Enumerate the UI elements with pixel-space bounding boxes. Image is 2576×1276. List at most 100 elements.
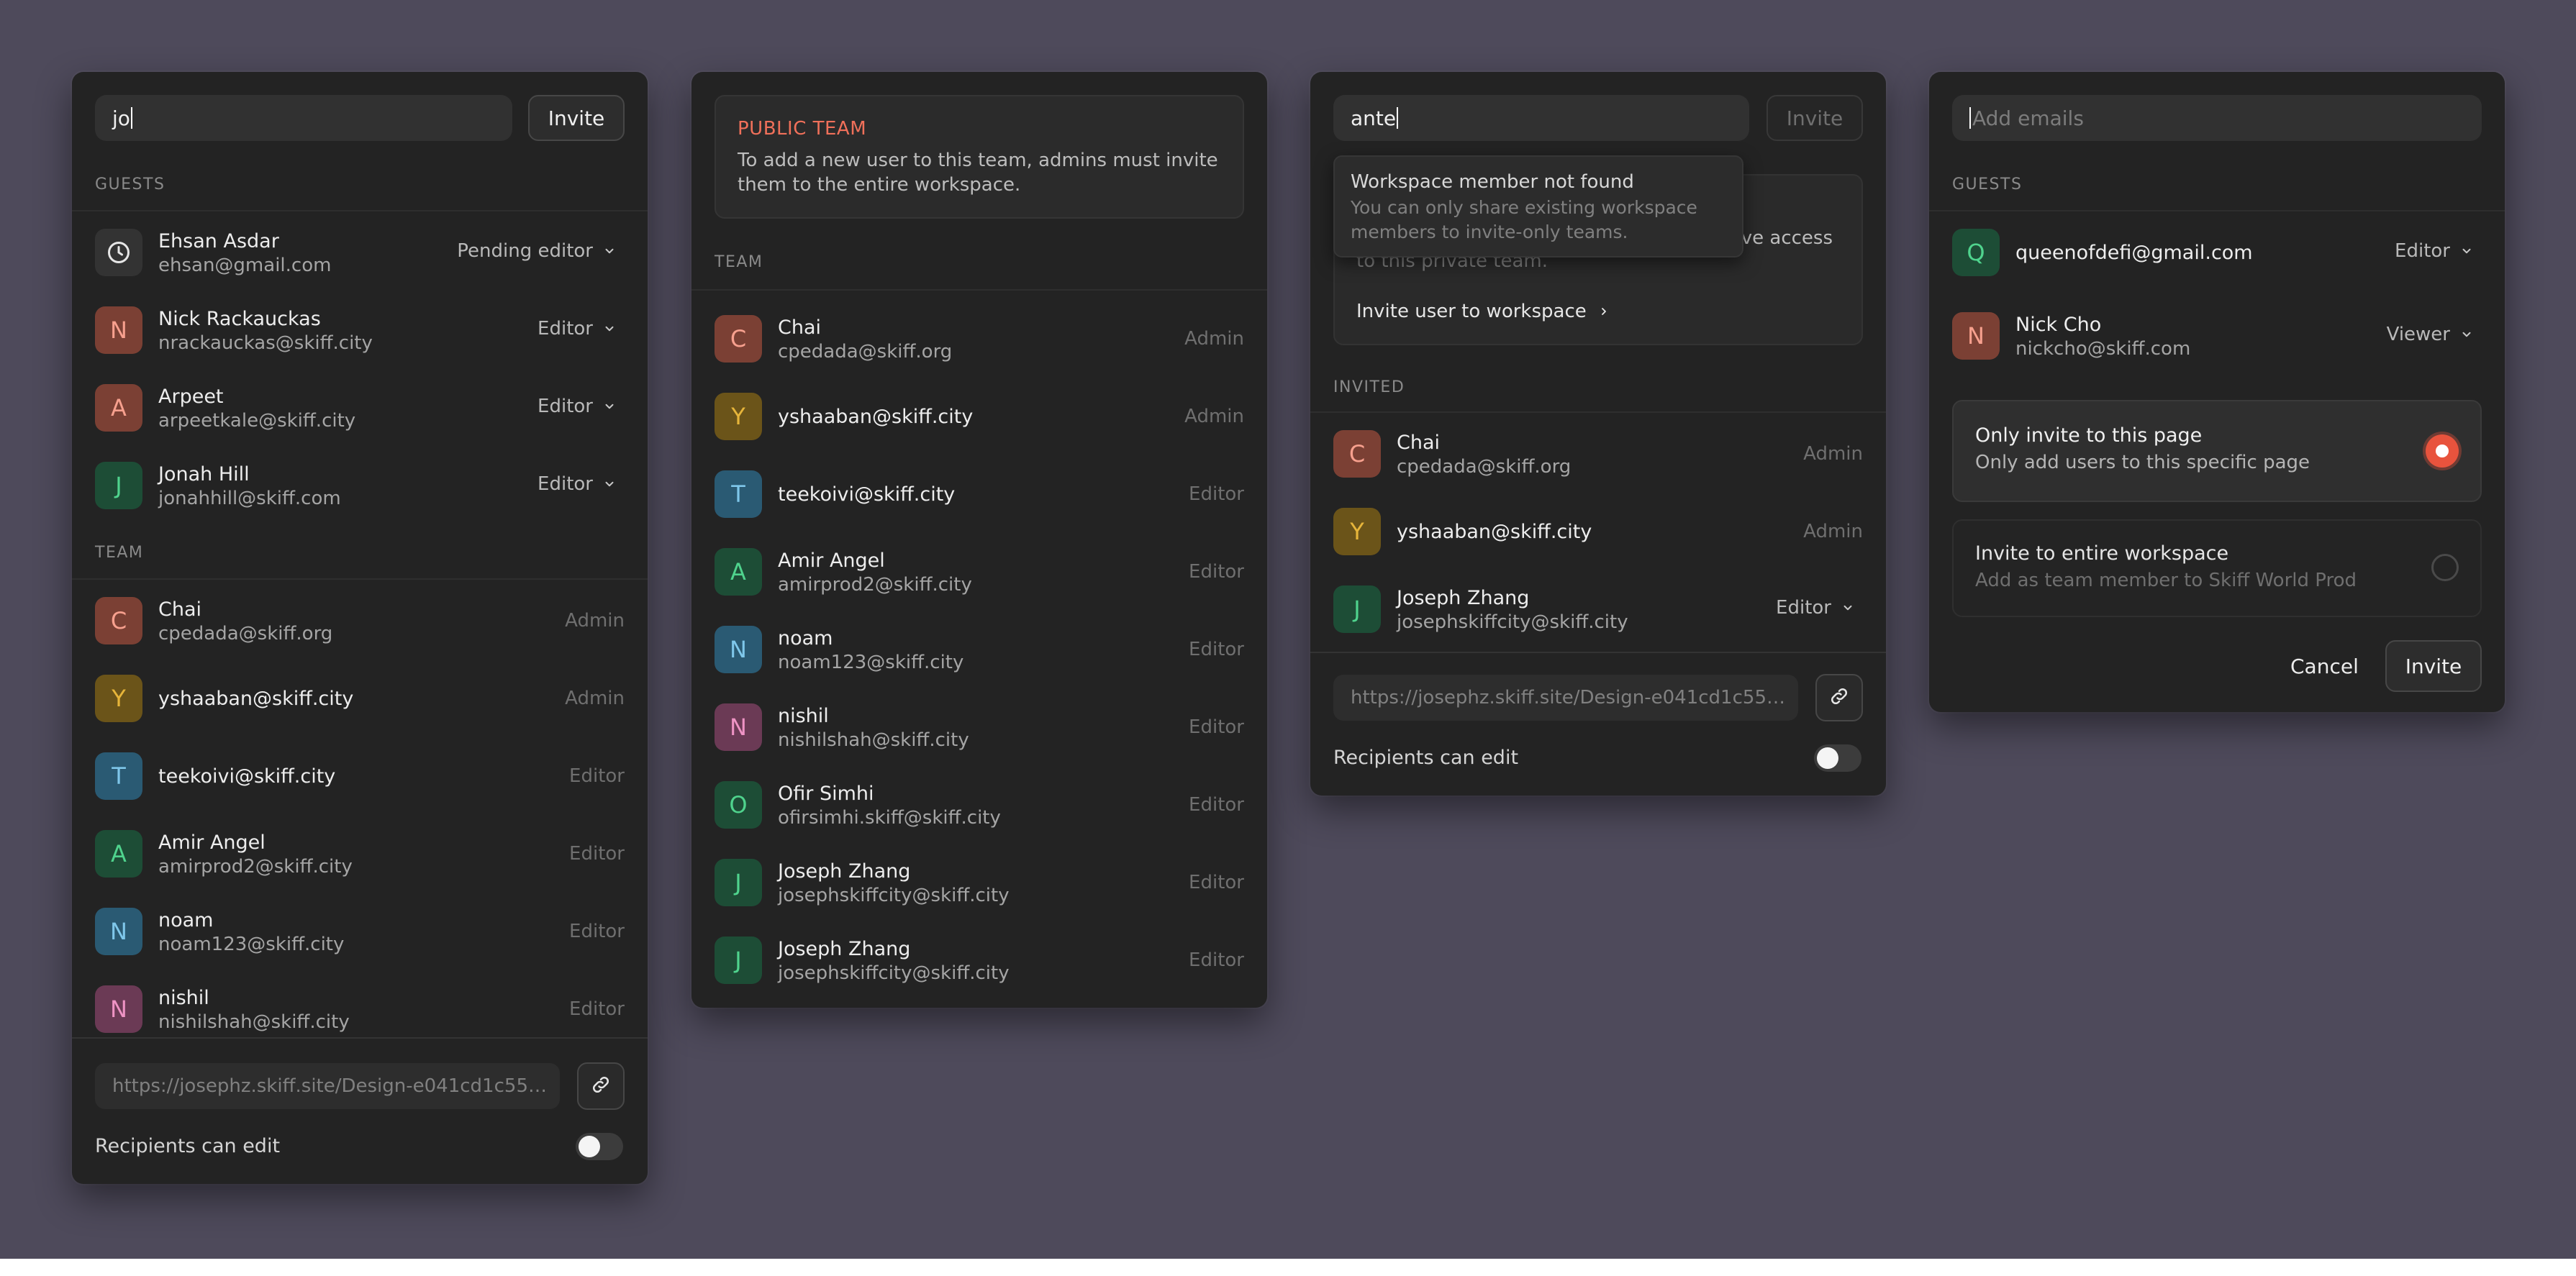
role-label: Editor [1776,597,1831,619]
role-label: Editor [1189,949,1244,971]
avatar: A [95,830,142,878]
role-label: Admin [1184,328,1244,350]
add-emails-input[interactable]: Add emails [1952,95,2482,141]
add-emails-placeholder: Add emails [1972,106,2084,130]
invited-row[interactable]: J Joseph Zhang josephskiffcity@skiff.cit… [1333,584,1863,634]
card-text: ve access [1741,227,1833,249]
recipients-can-edit-toggle[interactable] [576,1133,623,1160]
guest-row[interactable]: N Nick Cho nickcho@skiff.com Viewer [1952,311,2482,361]
user-name: Amir Angel [158,831,266,854]
team-row[interactable]: J Joseph Zhang josephskiffcity@skiff.cit… [715,857,1244,908]
chevron-down-icon [603,245,616,258]
role-dropdown[interactable]: Editor [1776,597,1863,619]
link-icon [1828,685,1850,710]
team-row[interactable]: C Chai cpedada@skiff.org Admin [95,596,625,646]
role-label: Editor [538,473,593,495]
user-name: Chai [778,316,822,339]
search-input[interactable]: jo [95,95,512,141]
text-cursor [130,107,132,129]
option-invite-workspace[interactable]: Invite to entire workspace Add as team m… [1952,519,2482,617]
role-dropdown[interactable]: Viewer [2387,324,2482,345]
guest-row[interactable]: N Nick Rackauckas nrackauckas@skiff.city… [95,305,625,355]
recipients-can-edit-label: Recipients can edit [1333,747,1519,769]
clock-icon [95,229,142,276]
avatar: N [95,985,142,1033]
radio-selected[interactable] [2426,434,2459,468]
tooltip-text: You can only share existing workspace [1351,197,1697,218]
invited-section-label: INVITED [1333,378,1405,396]
avatar: J [1333,585,1381,633]
invite-button[interactable]: Invite [1767,95,1863,141]
guest-row[interactable]: Ehsan Asdar ehsan@gmail.com Pending edit… [95,227,625,278]
guest-row[interactable]: A Arpeet arpeetkale@skiff.city Editor [95,383,625,433]
role-dropdown[interactable]: Editor [538,473,625,495]
option-title: Invite to entire workspace [1975,542,2229,565]
user-name: Ehsan Asdar [158,230,279,252]
invited-row[interactable]: C Chai cpedada@skiff.org Admin [1333,429,1863,479]
banner-text: To add a new user to this team, admins m… [738,150,1218,171]
avatar: C [715,315,762,363]
user-email: nickcho@skiff.com [2015,338,2191,360]
invite-button[interactable]: Invite [528,95,625,141]
team-row[interactable]: N noam noam123@skiff.city Editor [95,906,625,957]
team-row[interactable]: Y yshaaban@skiff.city Admin [715,391,1244,442]
guest-row[interactable]: Q queenofdefi@gmail.com Editor [1952,227,2482,278]
role-dropdown[interactable]: Editor [538,396,625,417]
cancel-button[interactable]: Cancel [2290,640,2359,692]
user-email: josephskiffcity@skiff.city [1397,611,1628,633]
team-row[interactable]: J Joseph Zhang josephskiffcity@skiff.cit… [715,935,1244,985]
share-link-field[interactable]: https://josephz.skiff.site/Design-e041cd… [1333,675,1798,721]
team-row[interactable]: N nishil nishilshah@skiff.city Editor [715,702,1244,752]
role-dropdown[interactable]: Editor [538,318,625,339]
role-dropdown[interactable]: Editor [2395,240,2482,262]
radio-unselected[interactable] [2431,554,2459,581]
team-row[interactable]: A Amir Angel amirprod2@skiff.city Editor [95,829,625,879]
copy-link-button[interactable] [1815,674,1863,721]
avatar: Y [1333,508,1381,555]
share-link-field[interactable]: https://josephz.skiff.site/Design-e041cd… [95,1063,560,1109]
toggle-knob [1817,747,1838,769]
chevron-down-icon [603,400,616,413]
user-name: Chai [158,598,202,621]
guests-section-label: GUESTS [1952,176,2023,193]
search-input[interactable]: ante [1333,95,1749,141]
avatar: T [715,470,762,518]
role-label: Editor [538,396,593,417]
avatar: N [95,908,142,955]
role-label: Editor [1189,794,1244,816]
avatar: T [95,752,142,800]
public-team-banner: PUBLIC TEAM To add a new user to this te… [715,95,1244,219]
role-label: Editor [1189,716,1244,738]
option-only-invite-page[interactable]: Only invite to this page Only add users … [1952,400,2482,502]
user-email: cpedada@skiff.org [1397,456,1572,478]
invite-button[interactable]: Invite [2385,640,2482,692]
divider [72,578,648,580]
invite-user-to-workspace-link[interactable]: Invite user to workspace [1356,301,1610,322]
team-row[interactable]: T teekoivi@skiff.city Editor [715,469,1244,519]
divider [72,1037,648,1039]
invite-workspace-label: Invite user to workspace [1356,301,1587,322]
recipients-can-edit-toggle[interactable] [1814,744,1861,772]
invited-row[interactable]: Y yshaaban@skiff.city Admin [1333,506,1863,557]
team-row[interactable]: T teekoivi@skiff.city Editor [95,751,625,801]
role-label: Admin [1803,443,1863,465]
copy-link-button[interactable] [577,1062,625,1110]
guest-row[interactable]: J Jonah Hill jonahhill@skiff.com Editor [95,460,625,511]
role-dropdown[interactable]: Pending editor [457,240,625,262]
canvas-background: jo Invite GUESTS Ehsan Asdar ehsan@gmail… [0,0,2576,1259]
role-label: Editor [1189,639,1244,660]
team-row[interactable]: N noam noam123@skiff.city Editor [715,624,1244,675]
avatar: Q [1952,229,2000,276]
team-row[interactable]: A Amir Angel amirprod2@skiff.city Editor [715,547,1244,597]
team-row[interactable]: N nishil nishilshah@skiff.city Editor [95,984,625,1034]
role-label: Editor [2395,240,2450,262]
recipients-can-edit-label: Recipients can edit [95,1135,281,1157]
share-panel-search: jo Invite GUESTS Ehsan Asdar ehsan@gmail… [72,72,648,1184]
user-name: teekoivi@skiff.city [778,483,956,506]
team-row[interactable]: O Ofir Simhi ofirsimhi.skiff@skiff.city … [715,780,1244,830]
avatar: C [95,597,142,644]
avatar: A [95,384,142,432]
team-row[interactable]: C Chai cpedada@skiff.org Admin [715,314,1244,364]
divider [1310,652,1886,653]
team-row[interactable]: Y yshaaban@skiff.city Admin [95,673,625,724]
